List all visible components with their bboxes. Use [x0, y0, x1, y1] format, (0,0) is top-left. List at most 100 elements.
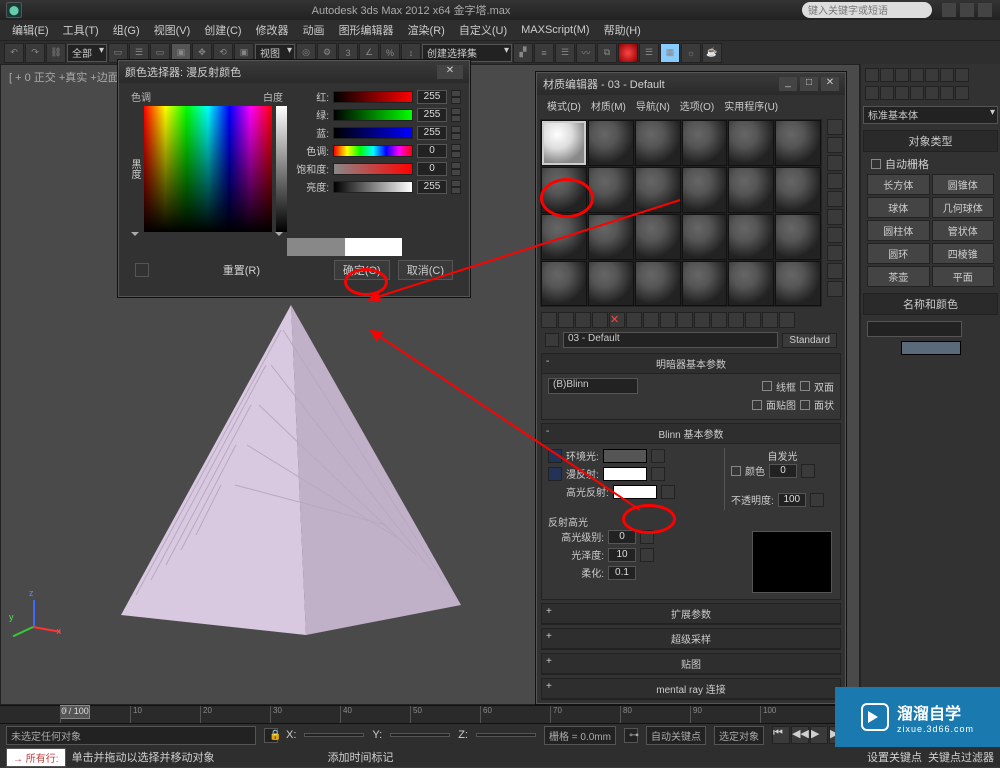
teapot-icon[interactable]: ☕ [702, 43, 722, 63]
material-slot[interactable] [635, 120, 681, 166]
menu-maxscript[interactable]: MAXScript(M) [515, 22, 595, 38]
blinn-rollout-header[interactable]: Blinn 基本参数 [658, 430, 723, 441]
two-sided-checkbox[interactable] [800, 381, 810, 391]
me-tool-button[interactable] [541, 312, 557, 328]
cmd-panel-icon[interactable] [865, 68, 879, 82]
si-color-checkbox[interactable] [731, 466, 741, 476]
cp-spinner[interactable] [451, 180, 461, 194]
eyedropper-button[interactable] [135, 263, 149, 277]
material-slot[interactable] [635, 214, 681, 260]
material-type-button[interactable]: Standard [782, 333, 837, 348]
viewport-label[interactable]: [ + 0 正交 +真实 +边面 ] [9, 69, 125, 85]
cp-spinner[interactable] [451, 126, 461, 140]
menu-tools[interactable]: 工具(T) [57, 20, 105, 40]
cp-value-input[interactable]: 255 [417, 180, 447, 194]
menu-group[interactable]: 组(G) [107, 20, 146, 40]
me-sidebar-button[interactable] [827, 155, 843, 171]
shader-rollout-header[interactable]: 明暗器基本参数 [656, 360, 726, 371]
auto-grid-checkbox[interactable] [871, 159, 881, 169]
material-slot[interactable] [541, 214, 587, 260]
material-name-select[interactable]: 03 - Default [563, 332, 778, 348]
cp-spinner[interactable] [451, 144, 461, 158]
material-slot[interactable] [588, 214, 634, 260]
me-close-button[interactable]: ✕ [821, 77, 839, 91]
cmd-panel-icon[interactable] [925, 86, 939, 100]
link-ambient-icon[interactable] [548, 449, 562, 463]
cmd-panel-icon[interactable] [895, 68, 909, 82]
soften-input[interactable] [608, 566, 636, 580]
material-slot[interactable] [682, 214, 728, 260]
value-marker-icon[interactable] [275, 232, 283, 240]
all-rows-button[interactable]: → 所有行: [6, 748, 66, 767]
material-slot[interactable] [682, 167, 728, 213]
diffuse-map-button[interactable] [651, 467, 665, 481]
coord-z-input[interactable] [476, 733, 536, 737]
diffuse-swatch[interactable] [603, 467, 647, 481]
maps-rollout-header[interactable]: +贴图 [542, 654, 840, 674]
value-strip[interactable] [276, 106, 287, 232]
cmd-panel-icon[interactable] [910, 86, 924, 100]
material-slot[interactable] [728, 120, 774, 166]
ok-button[interactable]: 确定(O) [334, 260, 390, 280]
cancel-button[interactable]: 取消(C) [398, 260, 453, 280]
spec-level-map-button[interactable] [640, 530, 654, 544]
menu-graph[interactable]: 图形编辑器 [333, 20, 400, 40]
material-slot[interactable] [588, 120, 634, 166]
material-slot[interactable] [775, 214, 821, 260]
me-menu-material[interactable]: 材质(M) [587, 97, 630, 114]
geometry-button[interactable]: 球体 [867, 197, 930, 218]
link-button[interactable]: ⛓ [46, 43, 66, 63]
minimize-icon[interactable] [942, 3, 956, 17]
material-slot[interactable] [682, 261, 728, 307]
me-sidebar-button[interactable] [827, 245, 843, 261]
auto-key-button[interactable]: 自动关键点 [646, 726, 706, 745]
pyramid-object[interactable] [111, 305, 471, 645]
menu-help[interactable]: 帮助(H) [598, 20, 647, 40]
material-slot[interactable] [775, 120, 821, 166]
facemap-checkbox[interactable] [752, 400, 762, 410]
me-tool-button[interactable] [660, 312, 676, 328]
material-slot[interactable] [541, 120, 587, 166]
render-button[interactable]: ☼ [681, 43, 701, 63]
geometry-button[interactable]: 平面 [932, 266, 995, 287]
specular-map-button[interactable] [661, 485, 675, 499]
ss-rollout-header[interactable]: +超级采样 [542, 629, 840, 649]
cmd-panel-icon[interactable] [955, 68, 969, 82]
me-sidebar-button[interactable] [827, 191, 843, 207]
me-menu-mode[interactable]: 模式(D) [543, 97, 585, 114]
coord-y-input[interactable] [390, 733, 450, 737]
ambient-swatch[interactable] [603, 449, 647, 463]
shader-select[interactable]: (B)Blinn [548, 378, 638, 394]
align-button[interactable]: ≡ [534, 43, 554, 63]
cmd-panel-icon[interactable] [895, 86, 909, 100]
reset-button[interactable]: 重置(R) [157, 262, 326, 278]
menu-animation[interactable]: 动画 [297, 20, 331, 40]
material-slot[interactable] [635, 261, 681, 307]
cmd-panel-icon[interactable] [955, 86, 969, 100]
object-type-header[interactable]: 对象类型 [863, 130, 998, 152]
undo-button[interactable]: ↶ [4, 43, 24, 63]
material-slot[interactable] [728, 214, 774, 260]
hue-field[interactable] [144, 106, 272, 232]
faceted-checkbox[interactable] [800, 400, 810, 410]
geometry-button[interactable]: 圆环 [867, 243, 930, 264]
specular-swatch[interactable] [613, 485, 657, 499]
me-tool-button[interactable] [626, 312, 642, 328]
cp-slider[interactable] [333, 109, 413, 121]
menu-customize[interactable]: 自定义(U) [453, 20, 513, 40]
selection-filter-select[interactable]: 全部 [67, 44, 107, 62]
cmd-panel-icon[interactable] [880, 68, 894, 82]
curve-editor-button[interactable]: 〰 [576, 43, 596, 63]
me-tool-button[interactable] [694, 312, 710, 328]
geometry-button[interactable]: 茶壶 [867, 266, 930, 287]
hue-marker-icon[interactable] [131, 232, 139, 240]
me-tool-button[interactable]: ✕ [609, 312, 625, 328]
menu-modifiers[interactable]: 修改器 [250, 20, 295, 40]
material-slot[interactable] [728, 167, 774, 213]
si-map-button[interactable] [801, 464, 815, 478]
cp-spinner[interactable] [451, 90, 461, 104]
me-tool-button[interactable] [677, 312, 693, 328]
gloss-input[interactable] [608, 548, 636, 562]
help-search-input[interactable]: 键入关键字或短语 [802, 2, 932, 18]
redo-button[interactable]: ↷ [25, 43, 45, 63]
